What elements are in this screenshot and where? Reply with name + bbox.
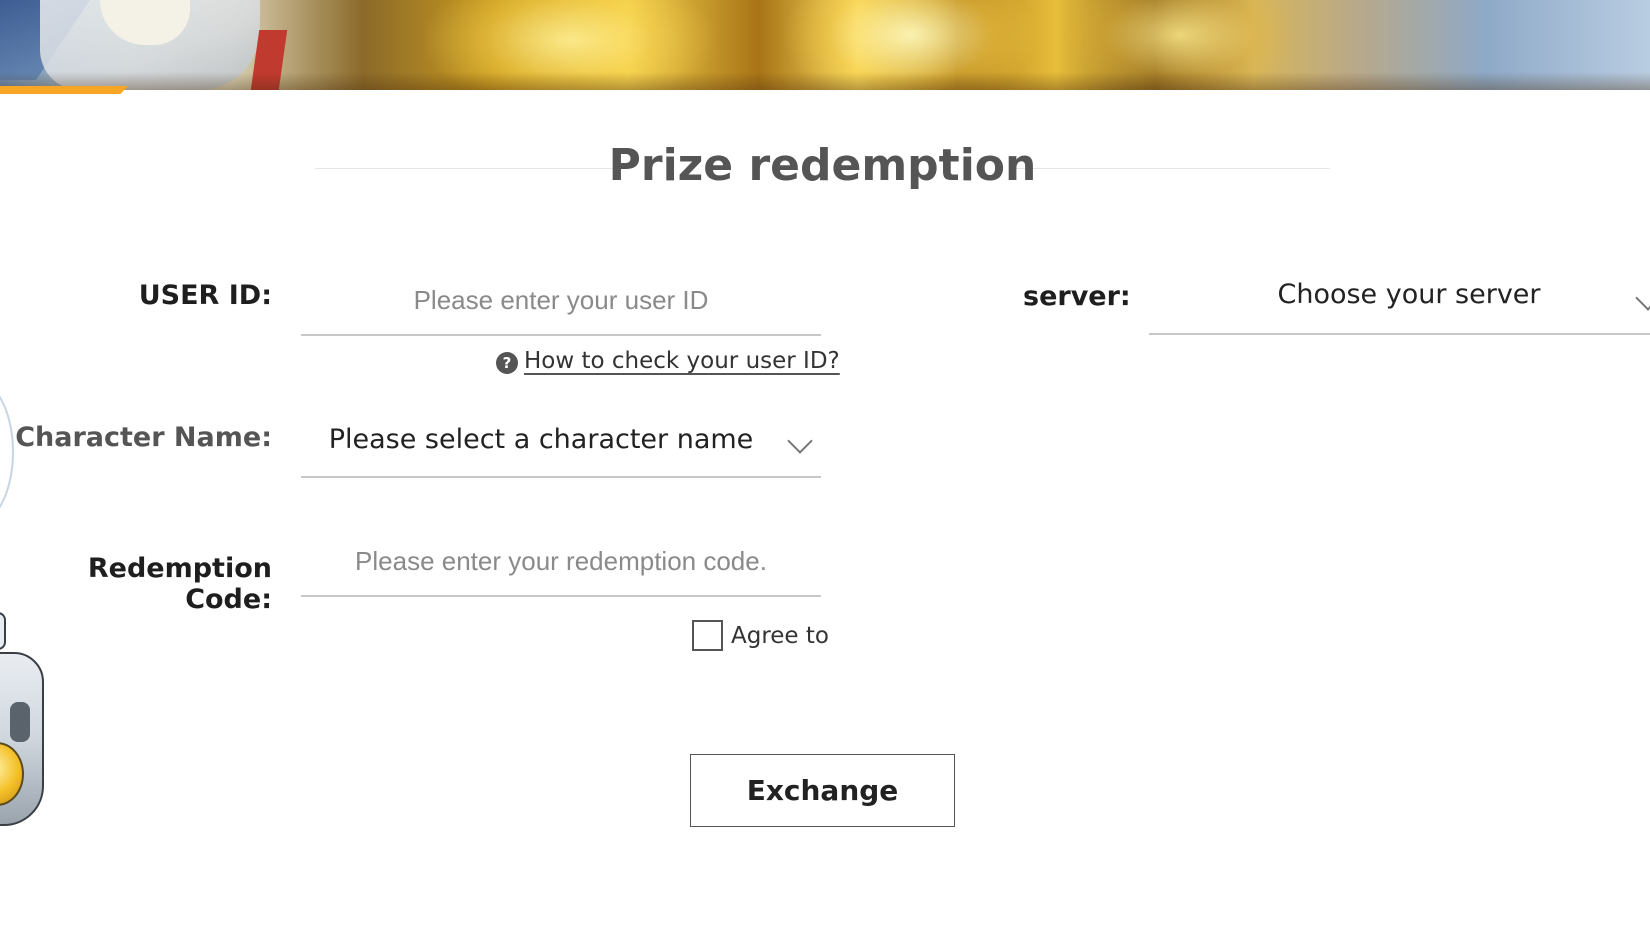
redemption-code-input[interactable] xyxy=(301,527,821,595)
header-banner-image xyxy=(0,0,1650,90)
redemption-code-field-wrapper xyxy=(301,527,821,597)
how-to-check-user-id-link[interactable]: How to check your user ID? xyxy=(524,348,840,374)
redemption-code-label: Redemption Code: xyxy=(87,553,272,615)
banner-shade xyxy=(0,72,1650,90)
character-name-select[interactable]: Please select a character name xyxy=(301,416,821,478)
server-select[interactable]: Choose your server xyxy=(1149,275,1650,335)
user-id-help[interactable]: ? How to check your user ID? xyxy=(496,348,840,374)
agree-label: Agree to xyxy=(731,622,829,649)
user-id-label: USER ID: xyxy=(138,280,272,311)
user-id-field-wrapper xyxy=(301,266,821,336)
character-name-select-value: Please select a character name xyxy=(328,424,754,455)
agree-checkbox[interactable] xyxy=(692,620,723,651)
robot-vent xyxy=(10,702,30,742)
server-select-value: Choose your server xyxy=(1277,279,1541,310)
decorative-arc xyxy=(0,380,14,524)
server-label: server: xyxy=(1023,281,1131,312)
prize-redemption-page: Prize redemption USER ID: ? How to check… xyxy=(0,0,1650,928)
accent-bar xyxy=(0,86,128,94)
exchange-button[interactable]: Exchange xyxy=(690,754,955,827)
robot-antenna xyxy=(0,612,6,650)
page-title: Prize redemption xyxy=(608,140,1037,191)
chevron-down-icon xyxy=(787,428,813,454)
mascot-robot-image xyxy=(0,612,50,842)
user-id-input[interactable] xyxy=(301,266,821,334)
character-name-label: Character Name: xyxy=(15,422,272,453)
question-circle-icon: ? xyxy=(496,352,518,374)
agree-checkbox-row[interactable]: Agree to xyxy=(692,620,829,651)
